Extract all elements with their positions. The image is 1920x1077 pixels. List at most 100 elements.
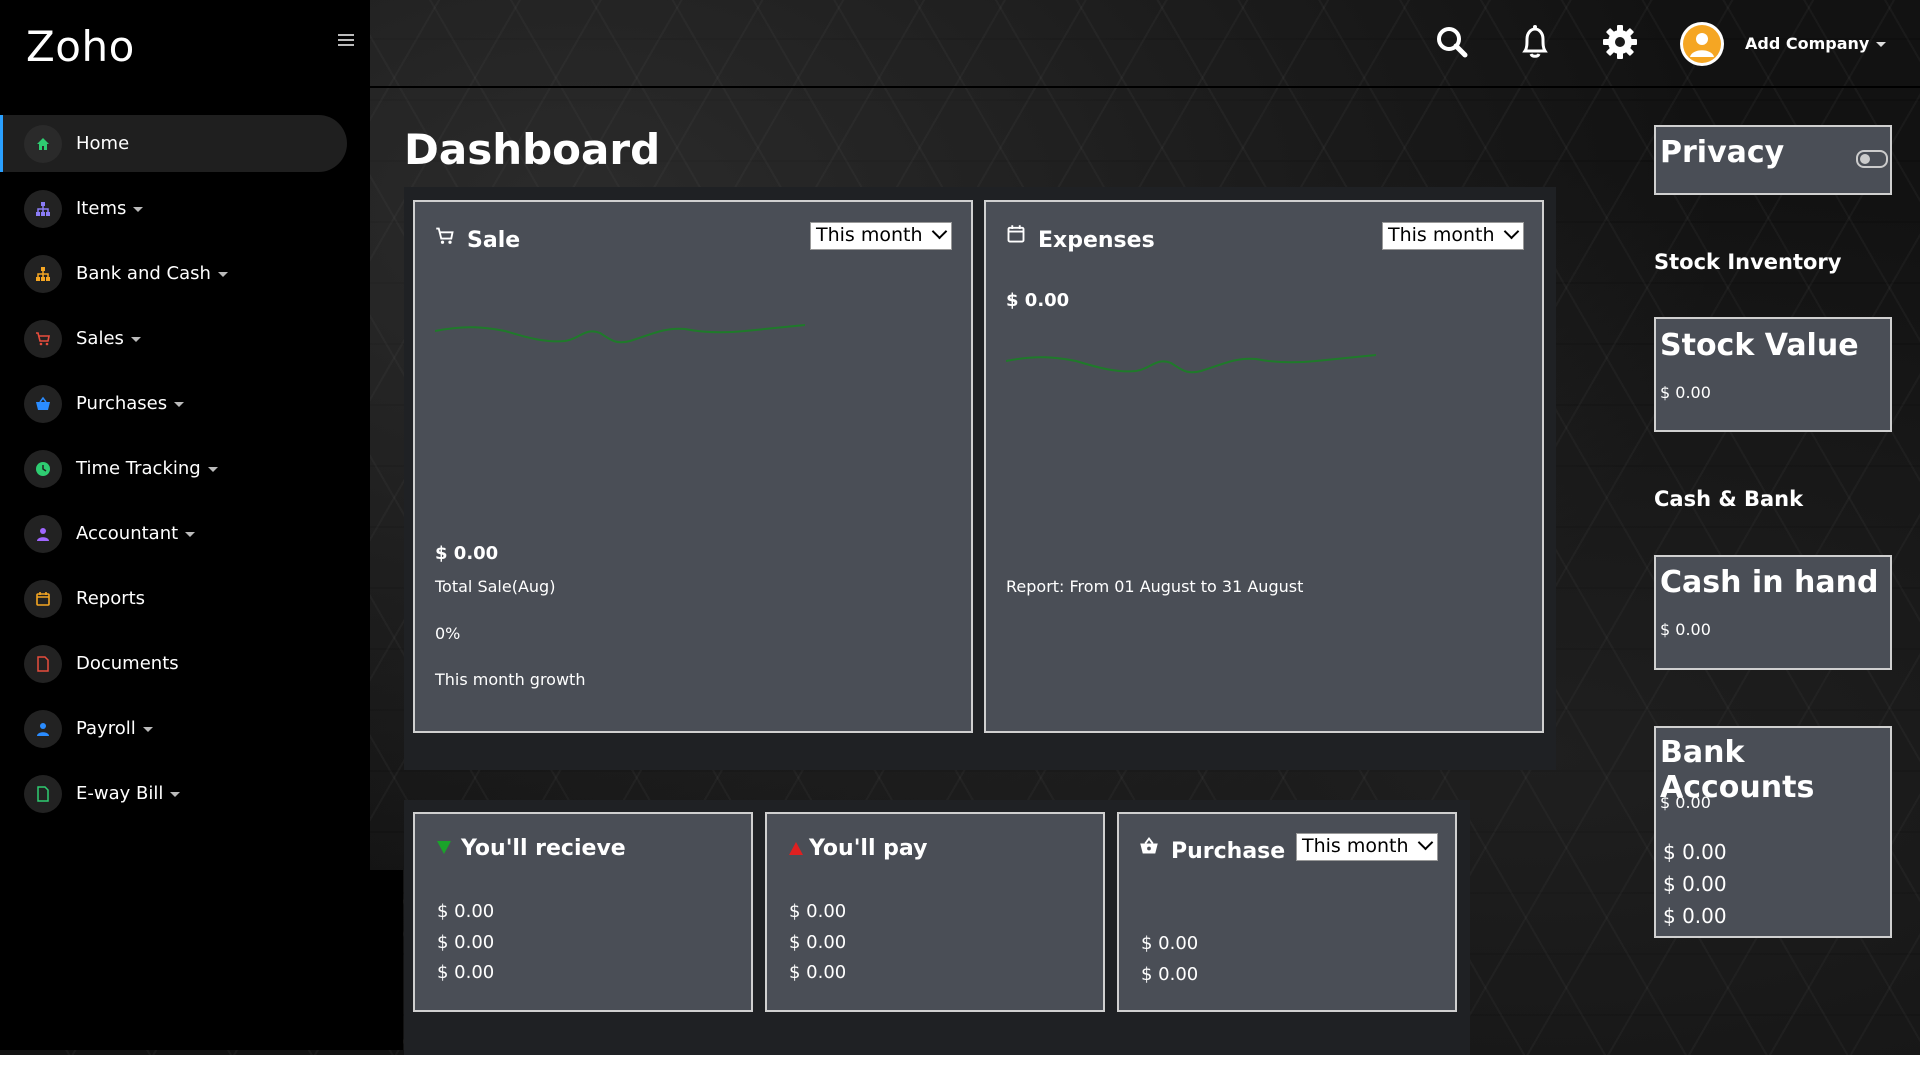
expenses-amount: $ 0.00 bbox=[1006, 290, 1070, 311]
cash-in-hand-card: Cash in hand $ 0.00 bbox=[1654, 555, 1892, 670]
basket-icon bbox=[1139, 836, 1159, 860]
pay-title: You'll pay bbox=[809, 836, 928, 861]
bell-icon[interactable] bbox=[1515, 22, 1555, 62]
sidebar-item-reports[interactable]: Reports bbox=[0, 570, 370, 627]
user-icon bbox=[24, 709, 62, 748]
avatar[interactable] bbox=[1680, 22, 1724, 66]
sitemap-icon bbox=[24, 254, 62, 293]
search-icon[interactable] bbox=[1432, 22, 1472, 62]
bank-account-value: $ 0.00 bbox=[1663, 840, 1727, 864]
sidebar-item-payroll[interactable]: Payroll bbox=[0, 700, 370, 757]
add-company-dropdown[interactable]: Add Company bbox=[1745, 34, 1887, 53]
expenses-period-select[interactable]: This month bbox=[1382, 222, 1524, 250]
sidebar-nav: Home Items Bank and Cash Sales Purchases… bbox=[0, 115, 370, 830]
expenses-report-range: Report: From 01 August to 31 August bbox=[1006, 577, 1304, 596]
sidebar-item-bank-and-cash[interactable]: Bank and Cash bbox=[0, 245, 370, 302]
home-icon bbox=[24, 124, 62, 163]
document-icon bbox=[24, 644, 62, 683]
sidebar-item-label: Accountant bbox=[76, 523, 196, 544]
sidebar-item-purchases[interactable]: Purchases bbox=[0, 375, 370, 432]
bank-accounts-total: $ 0.00 bbox=[1660, 793, 1711, 812]
purchase-value: $ 0.00 bbox=[1141, 964, 1199, 985]
receive-value: $ 0.00 bbox=[437, 932, 495, 953]
gear-icon[interactable] bbox=[1600, 22, 1640, 62]
sidebar-item-label: E-way Bill bbox=[76, 783, 181, 804]
purchase-value: $ 0.00 bbox=[1141, 933, 1199, 954]
sale-sparkline bbox=[435, 324, 805, 344]
stock-inventory-heading: Stock Inventory bbox=[1654, 250, 1842, 274]
purchase-card: Purchase This month $ 0.00 $ 0.00 bbox=[1117, 812, 1457, 1012]
stock-value-amount: $ 0.00 bbox=[1660, 383, 1711, 402]
sidebar-item-home[interactable]: Home bbox=[0, 115, 347, 172]
cash-in-hand-title: Cash in hand bbox=[1660, 565, 1879, 600]
sale-title: Sale bbox=[467, 228, 521, 253]
brand-logo[interactable]: Zoho bbox=[26, 22, 135, 71]
arrow-up-icon bbox=[789, 840, 803, 859]
chevron-down-icon bbox=[130, 336, 141, 342]
arrow-down-icon bbox=[437, 840, 451, 859]
bank-account-value: $ 0.00 bbox=[1663, 872, 1727, 896]
sale-total-label: Total Sale(Aug) bbox=[435, 577, 556, 596]
sale-amount: $ 0.00 bbox=[435, 543, 499, 564]
sidebar-item-label: Documents bbox=[76, 653, 179, 674]
receive-title: You'll recieve bbox=[461, 836, 626, 861]
sidebar-item-label: Purchases bbox=[76, 393, 185, 414]
purchase-title: Purchase bbox=[1171, 839, 1286, 864]
sidebar-item-eway-bill[interactable]: E-way Bill bbox=[0, 765, 370, 822]
chevron-down-icon bbox=[133, 206, 144, 212]
pay-value: $ 0.00 bbox=[789, 932, 847, 953]
sidebar-item-label: Home bbox=[76, 133, 130, 154]
expenses-card: Expenses This month $ 0.00 Report: From … bbox=[984, 200, 1544, 733]
stock-value-title: Stock Value bbox=[1660, 328, 1859, 363]
cart-icon bbox=[435, 226, 455, 250]
bank-accounts-card: Bank Accounts $ 0.00 $ 0.00 $ 0.00 $ 0.0… bbox=[1654, 726, 1892, 938]
privacy-title: Privacy bbox=[1660, 135, 1785, 170]
sidebar-item-sales[interactable]: Sales bbox=[0, 310, 370, 367]
pay-card: You'll pay $ 0.00 $ 0.00 $ 0.00 bbox=[765, 812, 1105, 1012]
privacy-card: Privacy bbox=[1654, 125, 1892, 195]
sale-period-select[interactable]: This month bbox=[810, 222, 952, 250]
expenses-sparkline bbox=[1006, 354, 1376, 374]
cart-icon bbox=[24, 319, 62, 358]
sidebar-item-label: Reports bbox=[76, 588, 146, 609]
sidebar-item-accountant[interactable]: Accountant bbox=[0, 505, 370, 562]
sidebar-item-label: Bank and Cash bbox=[76, 263, 228, 284]
privacy-toggle[interactable] bbox=[1856, 150, 1888, 168]
sidebar-item-items[interactable]: Items bbox=[0, 180, 370, 237]
menu-toggle-icon[interactable] bbox=[338, 34, 354, 46]
chevron-down-icon bbox=[142, 726, 153, 732]
cash-in-hand-amount: $ 0.00 bbox=[1660, 620, 1711, 639]
receive-value: $ 0.00 bbox=[437, 962, 495, 983]
sidebar-item-documents[interactable]: Documents bbox=[0, 635, 370, 692]
calendar-icon bbox=[1006, 224, 1026, 248]
chevron-down-icon bbox=[170, 791, 181, 797]
chevron-down-icon bbox=[174, 401, 185, 407]
sale-card: Sale This month $ 0.00 Total Sale(Aug) 0… bbox=[413, 200, 973, 733]
basket-icon bbox=[24, 384, 62, 423]
clock-icon bbox=[24, 449, 62, 488]
stock-value-card: Stock Value $ 0.00 bbox=[1654, 317, 1892, 432]
chevron-down-icon bbox=[1876, 42, 1887, 47]
top-bar bbox=[303, 0, 1920, 88]
chevron-down-icon bbox=[931, 223, 948, 240]
page-bottom-strip bbox=[0, 1055, 1920, 1077]
sidebar-item-label: Time Tracking bbox=[76, 458, 218, 479]
sidebar-footer bbox=[0, 870, 403, 1050]
page-title: Dashboard bbox=[404, 125, 661, 174]
sale-growth: 0% bbox=[435, 624, 461, 643]
receive-value: $ 0.00 bbox=[437, 901, 495, 922]
sidebar-item-label: Payroll bbox=[76, 718, 153, 739]
receive-card: You'll recieve $ 0.00 $ 0.00 $ 0.00 bbox=[413, 812, 753, 1012]
sidebar-item-label: Items bbox=[76, 198, 144, 219]
document-icon bbox=[24, 774, 62, 813]
chevron-down-icon bbox=[185, 531, 196, 537]
user-icon bbox=[24, 514, 62, 553]
cash-bank-heading: Cash & Bank bbox=[1654, 487, 1804, 511]
calendar-icon bbox=[24, 579, 62, 618]
pay-value: $ 0.00 bbox=[789, 901, 847, 922]
chevron-down-icon bbox=[1503, 223, 1520, 240]
chevron-down-icon bbox=[207, 466, 218, 472]
sidebar-item-time-tracking[interactable]: Time Tracking bbox=[0, 440, 370, 497]
pay-value: $ 0.00 bbox=[789, 962, 847, 983]
purchase-period-select[interactable]: This month bbox=[1296, 833, 1438, 861]
